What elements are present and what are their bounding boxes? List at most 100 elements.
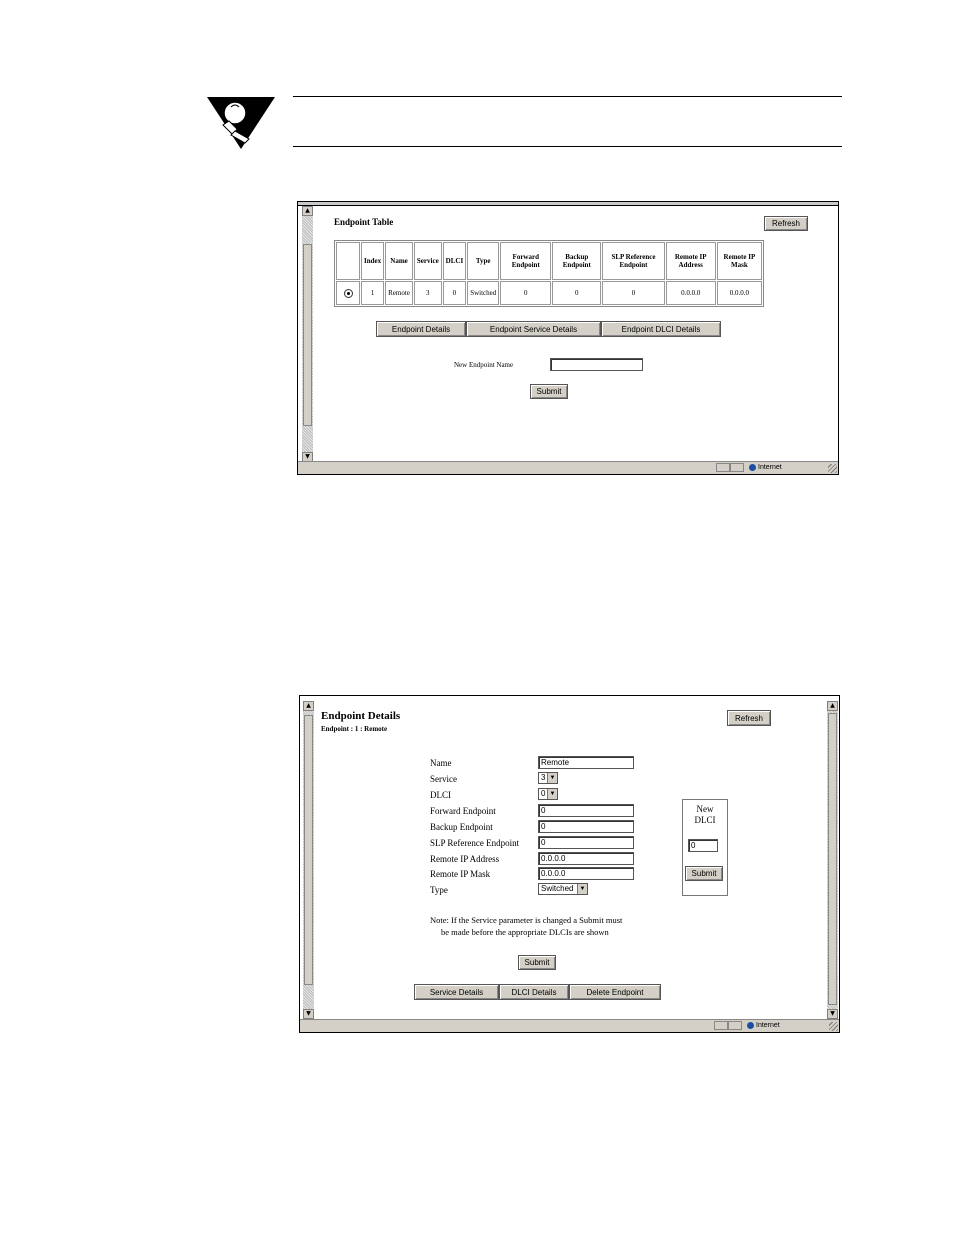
cell-type: Switched (467, 281, 500, 305)
scroll-down-arrow-icon[interactable]: ▼ (827, 1009, 838, 1019)
scroll-down-arrow-icon[interactable]: ▼ (303, 1009, 314, 1019)
cell-slp-reference-endpoint: 0 (602, 281, 665, 305)
scroll-thumb[interactable] (828, 713, 837, 1005)
endpoint-details-subtitle: Endpoint : 1 : Remote (321, 725, 388, 733)
type-select-value: Switched (541, 884, 574, 893)
note-line-1: Note: If the Service parameter is change… (430, 915, 623, 925)
refresh-button[interactable]: Refresh (764, 216, 808, 231)
type-select[interactable]: Switched ▼ (538, 883, 588, 895)
resize-grip-icon[interactable] (828, 464, 837, 473)
dropdown-arrow-icon[interactable]: ▼ (547, 773, 557, 783)
new-dlci-input[interactable]: 0 (688, 839, 718, 852)
forward-endpoint-label: Forward Endpoint (430, 806, 496, 816)
new-endpoint-name-input[interactable] (550, 358, 643, 371)
cell-dlci: 0 (442, 281, 467, 305)
resize-grip-icon[interactable] (829, 1022, 838, 1031)
column-header-remote-ip-address: Remote IP Address (665, 242, 716, 280)
new-endpoint-name-label: New Endpoint Name (454, 361, 514, 369)
scroll-thumb[interactable] (303, 244, 312, 426)
status-cell (730, 463, 744, 472)
dlci-label: DLCI (430, 790, 451, 800)
endpoint-table: Index Name Service DLCI Type Forward End… (334, 240, 764, 307)
forward-endpoint-input[interactable]: 0 (538, 804, 634, 817)
column-header-select (336, 242, 360, 280)
remote-ip-mask-label: Remote IP Mask (430, 869, 491, 879)
scroll-up-arrow-icon[interactable]: ▲ (827, 701, 838, 711)
status-cell (714, 1021, 728, 1030)
new-dlci-label-line1: New (696, 804, 714, 814)
globe-icon (747, 1021, 754, 1029)
dropdown-arrow-icon[interactable]: ▼ (547, 789, 557, 799)
status-zone: Internet (749, 463, 782, 472)
status-cell (716, 463, 730, 472)
globe-icon (749, 463, 756, 471)
table-row: 1 Remote 3 0 Switched 0 0 0 0.0.0.0 0.0.… (336, 281, 762, 305)
refresh-button[interactable]: Refresh (727, 710, 771, 726)
cell-backup-endpoint: 0 (552, 281, 602, 305)
endpoint-service-details-button[interactable]: Endpoint Service Details (466, 321, 601, 337)
endpoint-table-title: Endpoint Table (334, 217, 394, 227)
status-zone-label: Internet (758, 464, 782, 471)
remote-ip-address-label: Remote IP Address (430, 854, 500, 864)
right-vertical-scrollbar[interactable]: ▲ ▼ (827, 701, 838, 1019)
scroll-thumb[interactable] (304, 715, 313, 985)
submit-button[interactable]: Submit (518, 955, 556, 970)
endpoint-dlci-details-button[interactable]: Endpoint DLCI Details (601, 321, 721, 337)
slp-reference-endpoint-label: SLP Reference Endpoint (430, 838, 520, 848)
name-input[interactable]: Remote (538, 756, 634, 769)
vertical-scrollbar[interactable]: ▲ ▼ (302, 206, 313, 462)
cell-remote-ip-mask: 0.0.0.0 (716, 281, 762, 305)
scroll-up-arrow-icon[interactable]: ▲ (303, 701, 314, 711)
service-label: Service (430, 774, 457, 784)
delete-endpoint-button[interactable]: Delete Endpoint (569, 984, 661, 1000)
dropdown-arrow-icon[interactable]: ▼ (577, 884, 587, 894)
service-select-value: 3 (541, 773, 546, 782)
name-label: Name (430, 758, 452, 768)
status-cell (728, 1021, 742, 1030)
cell-service: 3 (413, 281, 442, 305)
cell-index: 1 (361, 281, 385, 305)
scroll-up-arrow-icon[interactable]: ▲ (302, 206, 313, 216)
endpoint-details-button[interactable]: Endpoint Details (376, 321, 466, 337)
column-header-remote-ip-mask: Remote IP Mask (716, 242, 762, 280)
column-header-backup-endpoint: Backup Endpoint (552, 242, 602, 280)
tip-top-rule (293, 96, 842, 97)
tip-bottom-rule (293, 146, 842, 147)
service-select[interactable]: 3 ▼ (538, 772, 558, 784)
slp-reference-endpoint-input[interactable]: 0 (538, 836, 634, 849)
remote-ip-address-input[interactable]: 0.0.0.0 (538, 852, 634, 865)
status-zone: Internet (747, 1021, 780, 1030)
cell-name: Remote (385, 281, 413, 305)
cell-forward-endpoint: 0 (500, 281, 552, 305)
column-header-type: Type (467, 242, 500, 280)
column-header-forward-endpoint: Forward Endpoint (500, 242, 552, 280)
cell-remote-ip-address: 0.0.0.0 (665, 281, 716, 305)
new-dlci-submit-button[interactable]: Submit (685, 866, 723, 881)
endpoint-details-window: ▲ ▼ ▲ ▼ Endpoint Details Endpoint : 1 : … (299, 695, 840, 1033)
window-top-edge (298, 202, 838, 206)
status-bar: Internet (300, 1019, 839, 1032)
service-details-button[interactable]: Service Details (414, 984, 499, 1000)
table-header-row: Index Name Service DLCI Type Forward End… (336, 242, 762, 280)
column-header-index: Index (361, 242, 385, 280)
lightbulb-tip-icon (205, 95, 277, 151)
dlci-details-button[interactable]: DLCI Details (499, 984, 569, 1000)
dlci-select[interactable]: 0 ▼ (538, 788, 558, 800)
column-header-slp-reference-endpoint: SLP Reference Endpoint (602, 242, 665, 280)
column-header-name: Name (385, 242, 413, 280)
type-label: Type (430, 885, 448, 895)
row-select-cell (336, 281, 360, 305)
left-vertical-scrollbar[interactable]: ▲ ▼ (303, 701, 314, 1019)
submit-button[interactable]: Submit (530, 384, 568, 399)
dlci-select-value: 0 (541, 789, 546, 798)
status-zone-label: Internet (756, 1022, 780, 1029)
endpoint-details-title: Endpoint Details (321, 710, 401, 722)
row-radio-button[interactable] (343, 288, 353, 298)
endpoint-table-window: ▲ ▼ Endpoint Table Refresh Index Name Se… (297, 201, 839, 475)
remote-ip-mask-input[interactable]: 0.0.0.0 (538, 867, 634, 880)
status-bar: Internet (298, 461, 838, 474)
column-header-service: Service (413, 242, 442, 280)
new-dlci-panel: New DLCI 0 Submit (682, 799, 728, 896)
backup-endpoint-label: Backup Endpoint (430, 822, 493, 832)
backup-endpoint-input[interactable]: 0 (538, 820, 634, 833)
